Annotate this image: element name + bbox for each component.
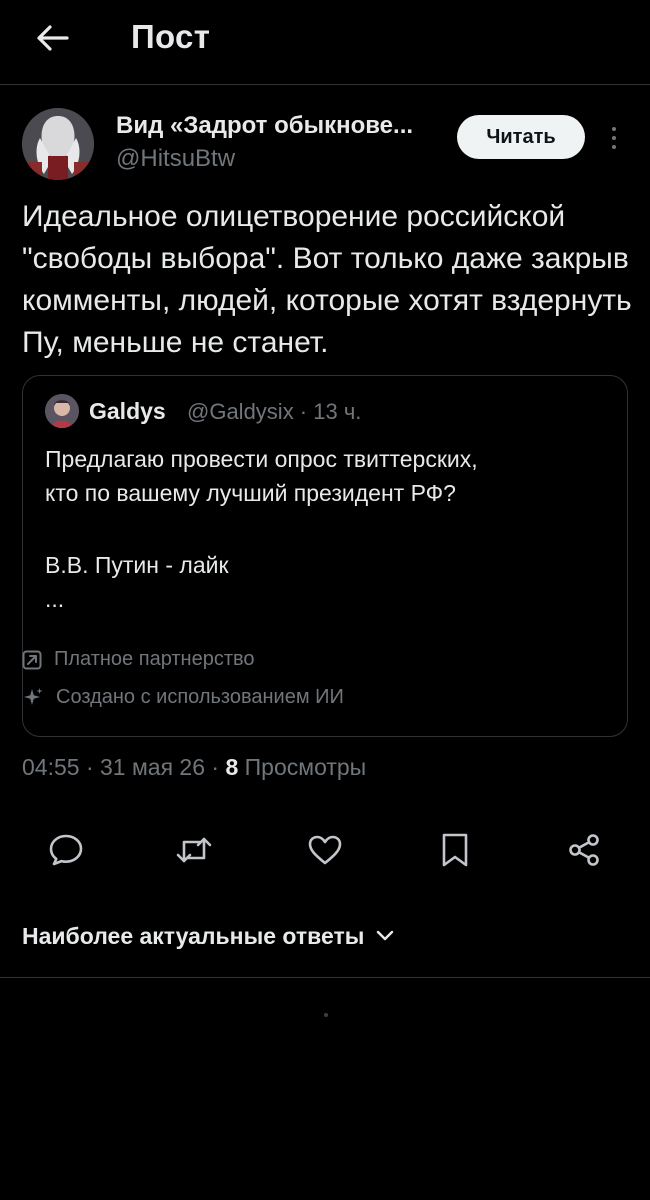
like-button[interactable] xyxy=(300,822,350,878)
post-timestamp: 04:55 · 31 мая 26 · 8 Просмотры xyxy=(22,754,366,781)
reply-icon xyxy=(49,834,83,866)
replies-sort-dropdown[interactable]: Наиболее актуальные ответы xyxy=(22,918,394,954)
views-label[interactable]: Просмотры xyxy=(245,754,367,780)
ai-generated-label: Создано с использованием ИИ xyxy=(56,686,344,708)
action-bar xyxy=(0,822,650,878)
arrow-left-icon xyxy=(37,25,69,51)
more-options-button[interactable] xyxy=(600,118,628,158)
ai-generated-badge: Создано с использованием ИИ xyxy=(22,686,344,709)
bookmark-icon xyxy=(442,833,468,867)
post-text: Идеальное олицетворение российской "своб… xyxy=(22,200,632,359)
quote-line: ... xyxy=(45,586,65,612)
quoted-post[interactable]: Galdys @Galdysix · 13 ч. Предлагаю прове… xyxy=(22,375,628,737)
quote-avatar-image xyxy=(45,394,79,428)
chevron-down-icon xyxy=(377,930,394,941)
quote-avatar[interactable] xyxy=(45,394,79,428)
more-dot-icon xyxy=(612,127,616,131)
author-handle[interactable]: @HitsuBtw xyxy=(116,145,235,173)
page-title: Пост xyxy=(131,18,211,55)
more-dot-icon xyxy=(612,136,616,140)
loading-indicator xyxy=(324,1013,328,1017)
retweet-button[interactable] xyxy=(169,822,219,878)
paid-partnership-label: Платное партнерство xyxy=(54,648,255,670)
sparkle-icon xyxy=(24,687,43,705)
avatar-image xyxy=(22,108,94,180)
views-count: 8 xyxy=(225,754,239,780)
replies-sort-label: Наиболее актуальные ответы xyxy=(22,922,365,949)
share-icon xyxy=(569,834,599,866)
paid-partnership-badge: Платное партнерство xyxy=(22,648,255,671)
quote-line: кто по вашему лучший президент РФ? xyxy=(45,480,456,506)
quote-author-meta: @Galdysix · 13 ч. xyxy=(187,399,362,424)
share-button[interactable] xyxy=(559,822,609,878)
bookmark-button[interactable] xyxy=(430,822,480,878)
follow-button[interactable]: Читать xyxy=(457,115,585,159)
quote-text: Предлагаю провести опрос твиттерских, кт… xyxy=(45,442,605,616)
reply-button[interactable] xyxy=(41,822,91,878)
retweet-icon xyxy=(176,837,212,863)
divider xyxy=(0,977,650,978)
top-bar: Пост xyxy=(0,0,650,85)
quote-line: В.В. Путин - лайк xyxy=(45,552,229,578)
arrow-up-right-icon xyxy=(22,650,42,669)
back-button[interactable] xyxy=(30,16,74,60)
author-name[interactable]: Вид «Задрот обыкнове... xyxy=(116,112,446,140)
quote-line: Предлагаю провести опрос твиттерских, xyxy=(45,446,478,472)
avatar[interactable] xyxy=(22,108,94,180)
quote-line xyxy=(45,510,605,548)
more-dot-icon xyxy=(612,145,616,149)
timestamp-date: 04:55 · 31 мая 26 · xyxy=(22,754,226,780)
quote-author-name: Galdys xyxy=(89,398,166,424)
like-icon xyxy=(308,835,342,865)
